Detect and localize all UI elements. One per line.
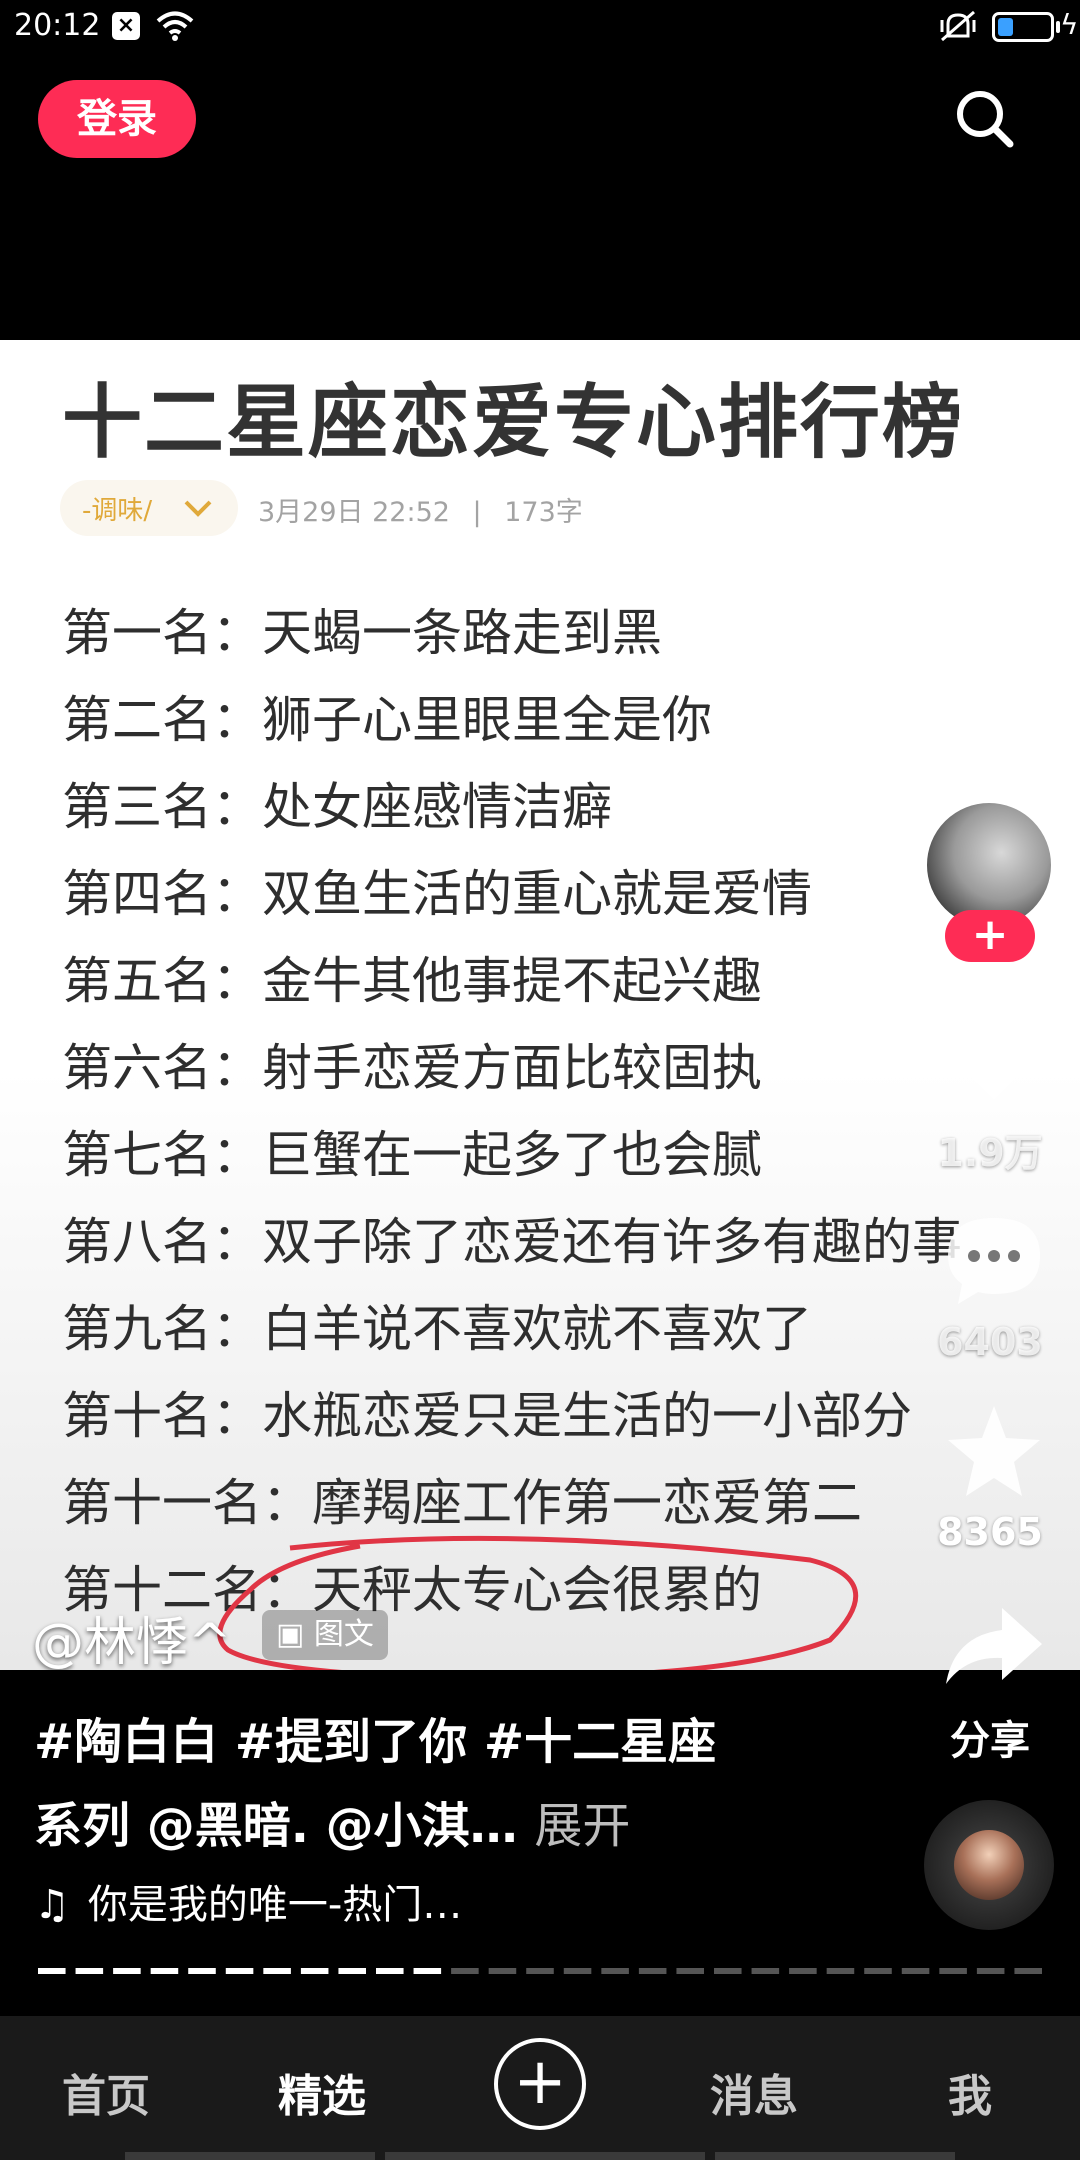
nav-indicator — [385, 2152, 705, 2160]
create-button[interactable]: + — [494, 2038, 586, 2130]
progress-segment — [38, 1968, 66, 1974]
image-text-icon: ▣ — [276, 1617, 314, 1652]
comment-icon[interactable] — [942, 1212, 1046, 1308]
ranking-list: 第一名：天蝎一条路走到黑 第二名：狮子心里眼里全是你 第三名：处女座感情洁癖 第… — [62, 590, 1022, 1634]
content-type-badge: ▣ 图文 — [262, 1610, 388, 1660]
content-type-label: 图文 — [313, 1617, 374, 1652]
progress-segment — [1014, 1968, 1042, 1974]
tag-chip[interactable]: -调味/ — [60, 480, 238, 536]
nav-indicator — [125, 2152, 375, 2160]
music-row[interactable]: ♫ 你是我的唯一-热门… — [34, 1872, 462, 1930]
nav-featured[interactable]: 精选 — [278, 2060, 366, 2124]
favorite-count: 8365 — [937, 1510, 1043, 1554]
like-count: 1.9万 — [937, 1131, 1043, 1175]
status-time: 20:12 — [14, 8, 101, 43]
chevron-down-icon — [184, 500, 212, 517]
progress-segment — [826, 1968, 855, 1974]
comment-count: 6403 — [937, 1320, 1043, 1364]
progress-segment — [263, 1968, 291, 1974]
ranking-item: 第一名：天蝎一条路走到黑 — [62, 604, 662, 662]
ranking-item: 第十名：水瓶恋爱只是生活的一小部分 — [62, 1387, 912, 1445]
progress-segment — [451, 1968, 479, 1974]
ranking-item: 第四名：双鱼生活的重心就是爱情 — [62, 865, 812, 923]
login-button[interactable]: 登录 — [38, 80, 196, 158]
progress-segment — [225, 1968, 254, 1974]
ranking-item: 第九名：白羊说不喜欢就不喜欢了 — [62, 1300, 812, 1358]
progress-segment — [901, 1968, 930, 1974]
ranking-item: 第三名：处女座感情洁癖 — [62, 778, 612, 836]
status-bar: 20:12 × ϟ — [0, 0, 1080, 56]
progress-segment — [864, 1968, 892, 1974]
progress-segment — [638, 1968, 667, 1974]
tag-label: -调味/ — [82, 496, 153, 526]
nav-messages[interactable]: 消息 — [710, 2060, 798, 2124]
ranking-item: 第八名：双子除了恋爱还有许多有趣的事 — [62, 1213, 962, 1271]
progress-segment — [113, 1968, 141, 1974]
progress-segment — [150, 1968, 179, 1974]
progress-segment — [751, 1968, 780, 1974]
ranking-item: 第六名：射手恋爱方面比较固执 — [62, 1039, 762, 1097]
music-disc[interactable] — [924, 1800, 1054, 1930]
music-cover — [954, 1830, 1024, 1900]
article-date: 3月29日 22:52 — [258, 497, 450, 528]
progress-segment — [413, 1968, 442, 1974]
article-card[interactable]: 十二星座恋爱专心排行榜 -调味/ 3月29日 22:52 | 173字 第一名：… — [0, 340, 1080, 1670]
word-count: 173字 — [504, 497, 583, 528]
nav-indicator — [715, 2152, 955, 2160]
progress-segment — [601, 1968, 629, 1974]
wifi-icon — [156, 11, 194, 41]
follow-button[interactable]: + — [945, 910, 1035, 962]
article-meta: 3月29日 22:52 | 173字 — [258, 490, 583, 529]
search-icon[interactable] — [952, 86, 1018, 152]
author-handle[interactable]: @林悸^ — [32, 1600, 232, 1675]
progress-segment — [939, 1968, 967, 1974]
share-icon[interactable] — [942, 1604, 1046, 1690]
ranking-item: 第二名：狮子心里眼里全是你 — [62, 691, 712, 749]
close-box-icon: × — [112, 12, 140, 40]
progress-segment — [188, 1968, 216, 1974]
battery-level — [998, 18, 1013, 36]
progress-segment — [976, 1968, 1005, 1974]
music-title: 你是我的唯一-热门… — [87, 1882, 463, 1928]
ranking-item: 第七名：巨蟹在一起多了也会腻 — [62, 1126, 762, 1184]
meta-separator: | — [472, 497, 482, 528]
mute-icon — [940, 10, 976, 42]
progress-segment — [376, 1968, 404, 1974]
music-note-icon: ♫ — [34, 1882, 70, 1928]
progress-segment — [676, 1968, 704, 1974]
ranking-item: 第五名：金牛其他事提不起兴趣 — [62, 952, 762, 1010]
progress-segment — [526, 1968, 554, 1974]
progress-segment — [75, 1968, 104, 1974]
heart-icon[interactable] — [942, 1010, 1046, 1106]
article-title: 十二星座恋爱专心排行榜 — [62, 376, 964, 469]
battery-icon — [992, 12, 1054, 42]
progress-segment — [714, 1968, 742, 1974]
nav-me[interactable]: 我 — [948, 2060, 992, 2124]
star-icon[interactable] — [942, 1402, 1046, 1498]
nav-home[interactable]: 首页 — [62, 2060, 150, 2124]
progress-segment — [563, 1968, 592, 1974]
video-caption[interactable]: #陶白白 #提到了你 #十二星座系列 @黑暗. @小淇… 展开 — [34, 1700, 754, 1868]
expand-link[interactable]: 展开 — [534, 1798, 630, 1854]
progress-segment — [789, 1968, 817, 1974]
progress-segment — [300, 1968, 329, 1974]
progress-segment — [338, 1968, 366, 1974]
progress-segment — [488, 1968, 517, 1974]
bottom-nav: 首页 精选 + 消息 我 — [0, 2016, 1080, 2160]
image-progress-indicator — [38, 1968, 1042, 1974]
share-label[interactable]: 分享 — [920, 1708, 1060, 1766]
charging-icon: ϟ — [1060, 8, 1079, 41]
